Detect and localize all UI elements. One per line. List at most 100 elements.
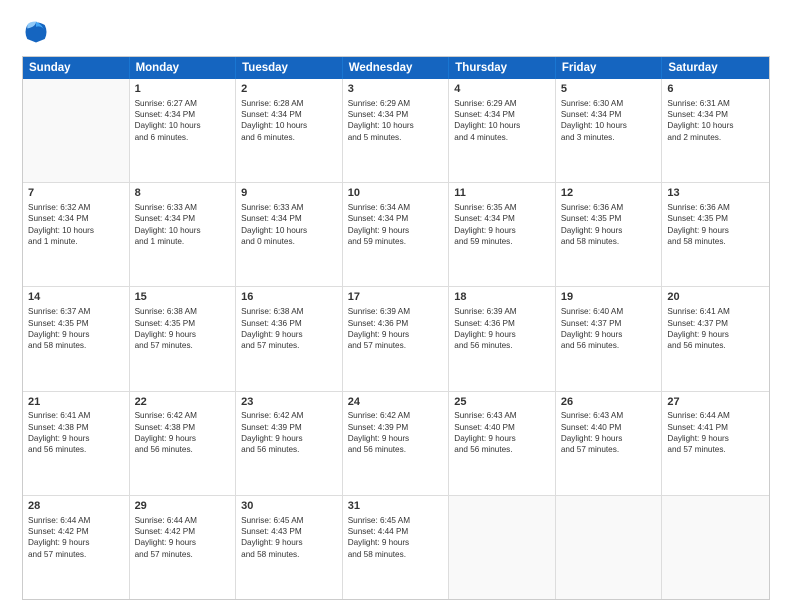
calendar-cell: 20Sunrise: 6:41 AMSunset: 4:37 PMDayligh… bbox=[662, 287, 769, 390]
cell-info: Sunrise: 6:32 AMSunset: 4:34 PMDaylight:… bbox=[28, 202, 124, 247]
calendar-cell bbox=[449, 496, 556, 599]
cell-info: Sunrise: 6:39 AMSunset: 4:36 PMDaylight:… bbox=[454, 306, 550, 351]
day-number: 11 bbox=[454, 186, 550, 201]
day-number: 22 bbox=[135, 395, 231, 410]
cell-info: Sunrise: 6:36 AMSunset: 4:35 PMDaylight:… bbox=[561, 202, 657, 247]
cell-info: Sunrise: 6:41 AMSunset: 4:38 PMDaylight:… bbox=[28, 410, 124, 455]
cell-info: Sunrise: 6:30 AMSunset: 4:34 PMDaylight:… bbox=[561, 98, 657, 143]
logo bbox=[22, 18, 54, 46]
day-number: 31 bbox=[348, 499, 444, 514]
calendar-cell: 27Sunrise: 6:44 AMSunset: 4:41 PMDayligh… bbox=[662, 392, 769, 495]
calendar-row: 21Sunrise: 6:41 AMSunset: 4:38 PMDayligh… bbox=[23, 392, 769, 496]
calendar-row: 1Sunrise: 6:27 AMSunset: 4:34 PMDaylight… bbox=[23, 79, 769, 183]
calendar-cell: 5Sunrise: 6:30 AMSunset: 4:34 PMDaylight… bbox=[556, 79, 663, 182]
calendar-cell: 25Sunrise: 6:43 AMSunset: 4:40 PMDayligh… bbox=[449, 392, 556, 495]
calendar-cell: 15Sunrise: 6:38 AMSunset: 4:35 PMDayligh… bbox=[130, 287, 237, 390]
cell-info: Sunrise: 6:31 AMSunset: 4:34 PMDaylight:… bbox=[667, 98, 764, 143]
calendar-cell: 31Sunrise: 6:45 AMSunset: 4:44 PMDayligh… bbox=[343, 496, 450, 599]
day-number: 19 bbox=[561, 290, 657, 305]
calendar-cell: 22Sunrise: 6:42 AMSunset: 4:38 PMDayligh… bbox=[130, 392, 237, 495]
calendar-row: 7Sunrise: 6:32 AMSunset: 4:34 PMDaylight… bbox=[23, 183, 769, 287]
calendar-cell: 21Sunrise: 6:41 AMSunset: 4:38 PMDayligh… bbox=[23, 392, 130, 495]
page: SundayMondayTuesdayWednesdayThursdayFrid… bbox=[0, 0, 792, 612]
day-number: 2 bbox=[241, 82, 337, 97]
cell-info: Sunrise: 6:33 AMSunset: 4:34 PMDaylight:… bbox=[135, 202, 231, 247]
calendar-cell: 14Sunrise: 6:37 AMSunset: 4:35 PMDayligh… bbox=[23, 287, 130, 390]
calendar-header: SundayMondayTuesdayWednesdayThursdayFrid… bbox=[23, 57, 769, 79]
cell-info: Sunrise: 6:37 AMSunset: 4:35 PMDaylight:… bbox=[28, 306, 124, 351]
cell-info: Sunrise: 6:44 AMSunset: 4:41 PMDaylight:… bbox=[667, 410, 764, 455]
calendar-cell: 26Sunrise: 6:43 AMSunset: 4:40 PMDayligh… bbox=[556, 392, 663, 495]
calendar-cell: 10Sunrise: 6:34 AMSunset: 4:34 PMDayligh… bbox=[343, 183, 450, 286]
calendar-cell: 9Sunrise: 6:33 AMSunset: 4:34 PMDaylight… bbox=[236, 183, 343, 286]
day-number: 6 bbox=[667, 82, 764, 97]
cell-info: Sunrise: 6:35 AMSunset: 4:34 PMDaylight:… bbox=[454, 202, 550, 247]
calendar-header-day: Wednesday bbox=[343, 57, 450, 79]
calendar-row: 14Sunrise: 6:37 AMSunset: 4:35 PMDayligh… bbox=[23, 287, 769, 391]
header bbox=[22, 18, 770, 46]
cell-info: Sunrise: 6:43 AMSunset: 4:40 PMDaylight:… bbox=[454, 410, 550, 455]
cell-info: Sunrise: 6:34 AMSunset: 4:34 PMDaylight:… bbox=[348, 202, 444, 247]
cell-info: Sunrise: 6:44 AMSunset: 4:42 PMDaylight:… bbox=[135, 515, 231, 560]
cell-info: Sunrise: 6:45 AMSunset: 4:44 PMDaylight:… bbox=[348, 515, 444, 560]
calendar-cell: 8Sunrise: 6:33 AMSunset: 4:34 PMDaylight… bbox=[130, 183, 237, 286]
cell-info: Sunrise: 6:45 AMSunset: 4:43 PMDaylight:… bbox=[241, 515, 337, 560]
calendar-header-day: Saturday bbox=[662, 57, 769, 79]
calendar-cell: 23Sunrise: 6:42 AMSunset: 4:39 PMDayligh… bbox=[236, 392, 343, 495]
day-number: 12 bbox=[561, 186, 657, 201]
calendar-cell: 6Sunrise: 6:31 AMSunset: 4:34 PMDaylight… bbox=[662, 79, 769, 182]
cell-info: Sunrise: 6:28 AMSunset: 4:34 PMDaylight:… bbox=[241, 98, 337, 143]
day-number: 15 bbox=[135, 290, 231, 305]
day-number: 3 bbox=[348, 82, 444, 97]
calendar-cell: 4Sunrise: 6:29 AMSunset: 4:34 PMDaylight… bbox=[449, 79, 556, 182]
calendar-cell: 12Sunrise: 6:36 AMSunset: 4:35 PMDayligh… bbox=[556, 183, 663, 286]
day-number: 9 bbox=[241, 186, 337, 201]
day-number: 17 bbox=[348, 290, 444, 305]
day-number: 4 bbox=[454, 82, 550, 97]
cell-info: Sunrise: 6:38 AMSunset: 4:35 PMDaylight:… bbox=[135, 306, 231, 351]
cell-info: Sunrise: 6:29 AMSunset: 4:34 PMDaylight:… bbox=[454, 98, 550, 143]
cell-info: Sunrise: 6:36 AMSunset: 4:35 PMDaylight:… bbox=[667, 202, 764, 247]
cell-info: Sunrise: 6:40 AMSunset: 4:37 PMDaylight:… bbox=[561, 306, 657, 351]
day-number: 23 bbox=[241, 395, 337, 410]
day-number: 30 bbox=[241, 499, 337, 514]
calendar-header-day: Friday bbox=[556, 57, 663, 79]
calendar-cell: 1Sunrise: 6:27 AMSunset: 4:34 PMDaylight… bbox=[130, 79, 237, 182]
calendar-cell: 24Sunrise: 6:42 AMSunset: 4:39 PMDayligh… bbox=[343, 392, 450, 495]
calendar-cell: 19Sunrise: 6:40 AMSunset: 4:37 PMDayligh… bbox=[556, 287, 663, 390]
calendar-cell: 7Sunrise: 6:32 AMSunset: 4:34 PMDaylight… bbox=[23, 183, 130, 286]
cell-info: Sunrise: 6:42 AMSunset: 4:38 PMDaylight:… bbox=[135, 410, 231, 455]
cell-info: Sunrise: 6:43 AMSunset: 4:40 PMDaylight:… bbox=[561, 410, 657, 455]
day-number: 29 bbox=[135, 499, 231, 514]
day-number: 24 bbox=[348, 395, 444, 410]
cell-info: Sunrise: 6:33 AMSunset: 4:34 PMDaylight:… bbox=[241, 202, 337, 247]
cell-info: Sunrise: 6:44 AMSunset: 4:42 PMDaylight:… bbox=[28, 515, 124, 560]
calendar-cell: 28Sunrise: 6:44 AMSunset: 4:42 PMDayligh… bbox=[23, 496, 130, 599]
cell-info: Sunrise: 6:39 AMSunset: 4:36 PMDaylight:… bbox=[348, 306, 444, 351]
day-number: 27 bbox=[667, 395, 764, 410]
day-number: 21 bbox=[28, 395, 124, 410]
cell-info: Sunrise: 6:29 AMSunset: 4:34 PMDaylight:… bbox=[348, 98, 444, 143]
calendar-cell: 17Sunrise: 6:39 AMSunset: 4:36 PMDayligh… bbox=[343, 287, 450, 390]
calendar-cell: 16Sunrise: 6:38 AMSunset: 4:36 PMDayligh… bbox=[236, 287, 343, 390]
calendar-cell: 3Sunrise: 6:29 AMSunset: 4:34 PMDaylight… bbox=[343, 79, 450, 182]
day-number: 25 bbox=[454, 395, 550, 410]
calendar-header-day: Sunday bbox=[23, 57, 130, 79]
calendar-cell: 18Sunrise: 6:39 AMSunset: 4:36 PMDayligh… bbox=[449, 287, 556, 390]
calendar-cell bbox=[556, 496, 663, 599]
cell-info: Sunrise: 6:27 AMSunset: 4:34 PMDaylight:… bbox=[135, 98, 231, 143]
day-number: 13 bbox=[667, 186, 764, 201]
day-number: 5 bbox=[561, 82, 657, 97]
day-number: 14 bbox=[28, 290, 124, 305]
calendar-cell bbox=[23, 79, 130, 182]
day-number: 28 bbox=[28, 499, 124, 514]
cell-info: Sunrise: 6:38 AMSunset: 4:36 PMDaylight:… bbox=[241, 306, 337, 351]
day-number: 7 bbox=[28, 186, 124, 201]
day-number: 10 bbox=[348, 186, 444, 201]
cell-info: Sunrise: 6:42 AMSunset: 4:39 PMDaylight:… bbox=[241, 410, 337, 455]
calendar-cell: 29Sunrise: 6:44 AMSunset: 4:42 PMDayligh… bbox=[130, 496, 237, 599]
day-number: 26 bbox=[561, 395, 657, 410]
logo-icon bbox=[22, 18, 50, 46]
cell-info: Sunrise: 6:41 AMSunset: 4:37 PMDaylight:… bbox=[667, 306, 764, 351]
calendar: SundayMondayTuesdayWednesdayThursdayFrid… bbox=[22, 56, 770, 600]
